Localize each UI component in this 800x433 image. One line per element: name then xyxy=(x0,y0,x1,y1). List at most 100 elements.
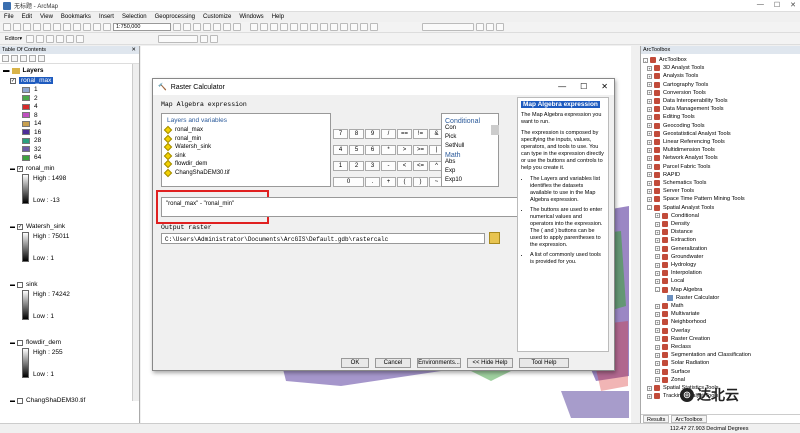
expand-icon[interactable]: + xyxy=(647,131,652,137)
layer-variable-item[interactable]: ChangShaDEM30.tif xyxy=(162,168,330,178)
layer-visibility-checkbox[interactable] xyxy=(17,339,23,346)
key-button[interactable]: ( xyxy=(397,177,412,187)
menu-geoprocessing[interactable]: Geoprocessing xyxy=(155,14,195,20)
expand-icon[interactable]: + xyxy=(655,221,660,227)
tab-results[interactable]: Results xyxy=(643,415,670,423)
expand-icon[interactable]: + xyxy=(655,262,660,268)
catalog-icon[interactable] xyxy=(193,23,201,31)
maximize-icon[interactable]: ☐ xyxy=(774,1,780,9)
expand-icon[interactable]: + xyxy=(655,229,660,235)
browse-folder-icon[interactable] xyxy=(489,232,500,244)
expand-icon[interactable]: + xyxy=(655,254,660,260)
toc-layer[interactable]: ▬ flowdir_dem xyxy=(10,338,61,347)
paste-icon[interactable] xyxy=(63,23,71,31)
undo-icon[interactable] xyxy=(83,23,91,31)
toolbox-item[interactable]: + Analysis Tools xyxy=(647,72,698,80)
collapse-icon[interactable]: - xyxy=(647,205,652,211)
toolbar-btn-a[interactable] xyxy=(486,23,494,31)
toolset-item[interactable]: + Overlay xyxy=(655,327,690,335)
layer-variable-item[interactable]: Watersh_sink xyxy=(162,143,330,152)
layer-visibility-checkbox[interactable] xyxy=(17,397,23,404)
layer-variable-item[interactable]: ronal_max xyxy=(162,126,330,135)
key-button[interactable]: 1 xyxy=(333,161,348,171)
toolset-item[interactable]: + Density xyxy=(655,220,690,228)
tools-list-scrollbar[interactable] xyxy=(491,125,499,135)
expand-icon[interactable]: + xyxy=(655,311,660,317)
collapse-icon[interactable]: ▬ xyxy=(10,340,15,346)
menu-windows[interactable]: Windows xyxy=(239,14,263,20)
layer-visibility-checkbox[interactable]: ✓ xyxy=(10,77,16,84)
expand-icon[interactable]: + xyxy=(647,164,652,170)
edit-tool-icon[interactable] xyxy=(26,34,35,43)
output-raster-path[interactable]: C:\Users\Administrator\Documents\ArcGIS\… xyxy=(161,233,485,244)
toolset-item[interactable]: + Distance xyxy=(655,228,693,236)
dialog-minimize-icon[interactable]: — xyxy=(558,82,566,91)
delete-icon[interactable] xyxy=(73,23,81,31)
key-button[interactable]: == xyxy=(397,129,412,139)
find-icon[interactable] xyxy=(350,23,358,31)
add-data-icon[interactable] xyxy=(103,23,111,31)
end-point-arc-icon[interactable] xyxy=(56,34,65,43)
toolbox-item[interactable]: + Linear Referencing Tools xyxy=(647,138,725,146)
conditional-tool-item[interactable]: Pick xyxy=(442,134,498,143)
math-tool-item[interactable]: Exp xyxy=(442,168,498,177)
key-button[interactable]: < xyxy=(397,161,412,171)
pan-icon[interactable] xyxy=(270,23,278,31)
expand-icon[interactable]: + xyxy=(647,196,652,202)
toolbox-item[interactable]: + Data Management Tools xyxy=(647,105,724,113)
expand-icon[interactable]: + xyxy=(655,246,660,252)
expand-icon[interactable]: + xyxy=(655,344,660,350)
menu-edit[interactable]: Edit xyxy=(22,14,32,20)
expand-icon[interactable]: + xyxy=(655,369,660,375)
expand-icon[interactable]: + xyxy=(647,147,652,153)
conditional-tool-item[interactable]: Con xyxy=(442,125,498,134)
expand-icon[interactable]: + xyxy=(647,172,652,178)
arctoolbox-root[interactable]: - ArcToolbox xyxy=(643,56,687,64)
environments-button[interactable]: Environments... xyxy=(417,358,461,368)
key-button[interactable]: > xyxy=(397,145,412,155)
toolbox-item[interactable]: + Network Analyst Tools xyxy=(647,154,718,162)
key-button[interactable]: 4 xyxy=(333,145,348,155)
list-by-visibility-icon[interactable] xyxy=(20,55,27,62)
toolbox-item[interactable]: - Spatial Analyst Tools xyxy=(647,204,714,212)
ok-button[interactable]: OK xyxy=(341,358,369,368)
toolbox-item[interactable]: + Conversion Tools xyxy=(647,89,706,97)
expand-icon[interactable]: + xyxy=(655,213,660,219)
list-by-source-icon[interactable] xyxy=(11,55,18,62)
expand-icon[interactable]: + xyxy=(647,139,652,145)
close-icon[interactable]: ✕ xyxy=(790,1,796,9)
collapse-icon[interactable]: ▬ xyxy=(10,166,15,172)
options-icon[interactable] xyxy=(38,55,45,62)
toolbox-item[interactable]: + RAPID xyxy=(647,171,680,179)
key-button[interactable]: / xyxy=(381,129,396,139)
expand-icon[interactable]: ▬ xyxy=(3,67,10,74)
toolset-item[interactable]: + Interpolation xyxy=(655,269,702,277)
toolset-item[interactable]: + Neighborhood xyxy=(655,318,706,326)
new-icon[interactable] xyxy=(3,23,11,31)
key-button[interactable]: - xyxy=(381,161,396,171)
toolset-item[interactable]: + Reclass xyxy=(655,343,691,351)
collapse-icon[interactable]: - xyxy=(655,287,660,293)
expression-textbox[interactable]: "ronal_max" - "ronal_min" xyxy=(161,197,528,217)
dialog-close-icon[interactable]: ✕ xyxy=(601,82,608,91)
python-icon[interactable] xyxy=(223,23,231,31)
toc-layer[interactable]: ▬ ChangShaDEM30.tif xyxy=(10,396,85,405)
search-icon[interactable] xyxy=(203,23,211,31)
collapse-icon[interactable]: - xyxy=(643,57,648,63)
toolset-item[interactable]: + Generalization xyxy=(655,245,707,253)
expand-icon[interactable]: + xyxy=(647,123,652,129)
toolset-item[interactable]: + Raster Creation xyxy=(655,335,710,343)
open-icon[interactable] xyxy=(13,23,21,31)
tab-arctoolbox[interactable]: ArcToolbox xyxy=(671,415,707,423)
copy-icon[interactable] xyxy=(53,23,61,31)
redo-icon[interactable] xyxy=(93,23,101,31)
toolbox-item[interactable]: + Editing Tools xyxy=(647,113,695,121)
toc-scrollbar[interactable] xyxy=(132,64,139,401)
expand-icon[interactable]: + xyxy=(647,393,652,399)
back-icon[interactable] xyxy=(310,23,318,31)
save-icon[interactable] xyxy=(23,23,31,31)
layer-dropdown[interactable] xyxy=(422,23,474,31)
hide-help-button[interactable]: << Hide Help xyxy=(467,358,513,368)
georef-icon[interactable] xyxy=(476,23,484,31)
key-button[interactable]: 3 xyxy=(365,161,380,171)
